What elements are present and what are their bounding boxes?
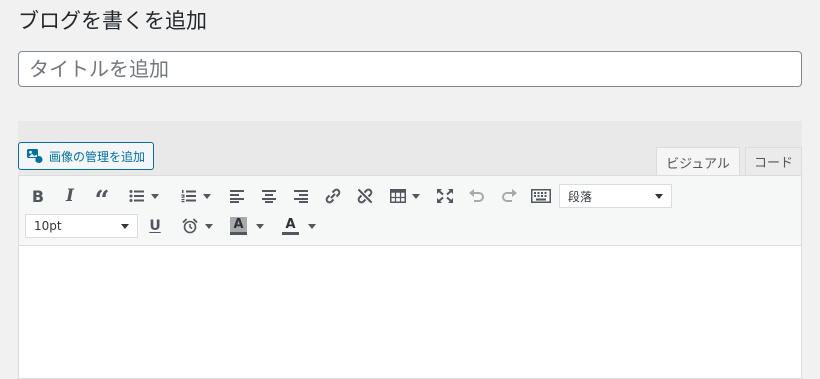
chevron-down-icon bbox=[307, 223, 316, 229]
font-size-select-value: 10pt bbox=[34, 219, 62, 233]
blockquote-icon: “ bbox=[94, 186, 110, 216]
background-color-icon: A bbox=[230, 217, 247, 235]
keyboard-icon bbox=[531, 189, 551, 203]
text-color-icon: A bbox=[282, 217, 299, 235]
chevron-down-icon bbox=[151, 193, 159, 199]
alarm-clock-icon bbox=[182, 218, 198, 234]
add-media-button[interactable]: 画像の管理を追加 bbox=[18, 142, 155, 170]
remove-link-button[interactable] bbox=[352, 184, 378, 208]
undo-icon bbox=[468, 188, 486, 204]
insert-time-button[interactable] bbox=[176, 214, 218, 238]
text-color-button[interactable]: A bbox=[279, 214, 319, 238]
chevron-down-icon bbox=[412, 193, 420, 199]
bold-button[interactable]: B bbox=[25, 184, 51, 208]
add-media-label: 画像の管理を追加 bbox=[49, 149, 146, 164]
align-right-button[interactable] bbox=[288, 184, 314, 208]
title-input[interactable] bbox=[18, 51, 802, 87]
bullet-list-icon bbox=[129, 189, 145, 203]
bold-icon: B bbox=[31, 186, 45, 206]
insert-table-button[interactable] bbox=[385, 184, 425, 208]
italic-button[interactable]: I bbox=[57, 184, 83, 208]
chevron-down-icon bbox=[655, 193, 663, 199]
underline-button[interactable]: U bbox=[142, 214, 168, 238]
table-icon bbox=[390, 189, 406, 203]
unlink-icon bbox=[356, 187, 374, 205]
bullet-list-button[interactable] bbox=[122, 184, 166, 208]
tab-visual[interactable]: ビジュアル bbox=[656, 147, 740, 176]
page-title: ブログを書くを追加 bbox=[18, 9, 207, 33]
underline-icon: U bbox=[149, 218, 161, 234]
format-select-value: 段落 bbox=[568, 189, 593, 204]
background-color-button[interactable]: A bbox=[226, 214, 268, 238]
chevron-down-icon bbox=[255, 223, 264, 229]
font-size-select[interactable]: 10pt bbox=[25, 214, 138, 238]
undo-button[interactable] bbox=[464, 184, 490, 208]
format-select[interactable]: 段落 bbox=[559, 184, 672, 208]
add-media-icon bbox=[26, 148, 44, 164]
align-center-icon bbox=[262, 189, 276, 203]
link-icon bbox=[324, 187, 342, 205]
chevron-down-icon bbox=[121, 223, 129, 229]
fullscreen-icon bbox=[436, 188, 454, 204]
italic-icon: I bbox=[66, 186, 74, 206]
insert-link-button[interactable] bbox=[320, 184, 346, 208]
fullscreen-button[interactable] bbox=[432, 184, 458, 208]
align-left-button[interactable] bbox=[224, 184, 250, 208]
align-left-icon bbox=[230, 189, 244, 203]
numbered-list-icon bbox=[181, 189, 197, 203]
chevron-down-icon bbox=[204, 223, 213, 229]
editor-toolbar: B I “ 段落 10pt U A A bbox=[18, 175, 802, 246]
blockquote-button[interactable]: “ bbox=[89, 184, 115, 216]
editor-content-area[interactable] bbox=[18, 246, 802, 379]
align-right-icon bbox=[294, 189, 308, 203]
redo-button[interactable] bbox=[496, 184, 522, 208]
toolbar-toggle-button[interactable] bbox=[527, 184, 555, 208]
tab-code[interactable]: コード bbox=[745, 147, 802, 176]
align-center-button[interactable] bbox=[256, 184, 282, 208]
chevron-down-icon bbox=[203, 193, 211, 199]
redo-icon bbox=[500, 188, 518, 204]
numbered-list-button[interactable] bbox=[174, 184, 218, 208]
